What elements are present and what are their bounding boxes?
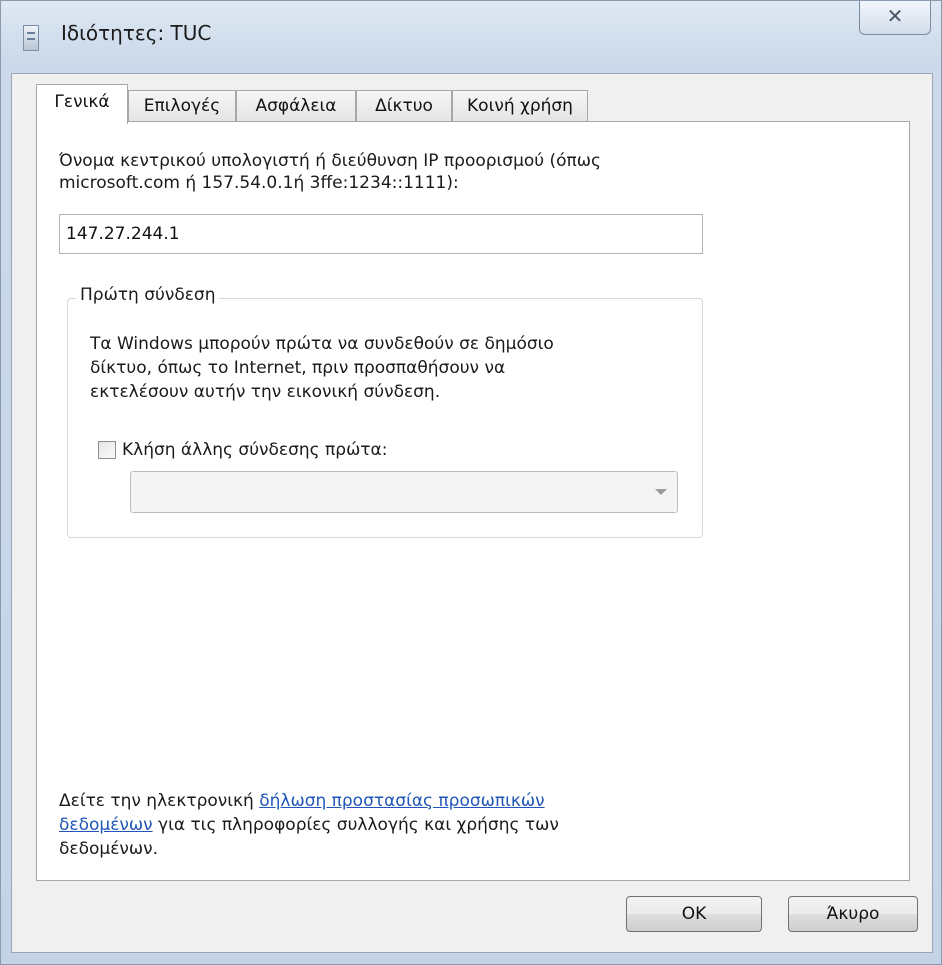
privacy-line3: δεδομένων. [59, 839, 159, 859]
host-address-input[interactable]: 147.27.244.1 [59, 214, 703, 254]
tab-options[interactable]: Επιλογές [128, 90, 236, 122]
first-connect-group: Πρώτη σύνδεση Τα Windows μπορούν πρώτα ν… [67, 285, 703, 538]
chevron-down-icon [655, 489, 667, 495]
privacy-statement-link-part1[interactable]: δήλωση προστασίας προσωπικών [259, 791, 544, 811]
ok-button[interactable]: OK [626, 896, 762, 932]
dialog-client-area: Γενικά Επιλογές Ασφάλεια Δίκτυο Κοινή χρ… [11, 73, 933, 953]
privacy-line2: δεδομένων για τις πληροφορίες συλλογής κ… [59, 814, 559, 836]
properties-dialog: Ιδιότητες: TUC ✕ Γενικά Επιλογές Ασφάλει… [0, 0, 942, 965]
privacy-prefix: Δείτε την ηλεκτρονική [59, 791, 260, 811]
cancel-button[interactable]: Άκυρο [788, 896, 918, 932]
host-label-line1: Όνομα κεντρικού υπολογιστή ή διεύθυνση I… [59, 151, 602, 171]
privacy-statement-link-part2[interactable]: δεδομένων [59, 815, 153, 835]
tab-sharing[interactable]: Κοινή χρήση [452, 90, 588, 122]
first-connect-legend: Πρώτη σύνδεση [76, 285, 220, 305]
first-connect-desc-line3: εκτελέσουν αυτήν την εικονική σύνδεση. [90, 382, 441, 402]
privacy-line1: Δείτε την ηλεκτρονική δήλωση προστασίας … [59, 790, 545, 812]
dial-first-checkbox[interactable] [98, 441, 116, 459]
dial-first-label[interactable]: Κλήση άλλης σύνδεσης πρώτα: [122, 439, 387, 461]
host-label-line2: microsoft.com ή 157.54.0.1ή 3ffe:1234::1… [59, 173, 459, 193]
dial-first-connection-dropdown[interactable] [130, 471, 678, 513]
close-button[interactable]: ✕ [859, 1, 931, 35]
first-connect-desc-line2: δίκτυο, όπως το Internet, πριν προσπαθήσ… [90, 358, 506, 378]
close-icon: ✕ [886, 4, 904, 28]
tab-networking[interactable]: Δίκτυο [356, 90, 452, 122]
connection-icon [23, 25, 39, 51]
tab-security[interactable]: Ασφάλεια [236, 90, 356, 122]
first-connect-desc-line1: Τα Windows μπορούν πρώτα να συνδεθούν σε… [90, 334, 554, 354]
tab-general[interactable]: Γενικά [36, 84, 128, 124]
window-title: Ιδιότητες: TUC [61, 21, 212, 45]
general-tab-panel: Όνομα κεντρικού υπολογιστή ή διεύθυνση I… [36, 121, 910, 881]
title-bar[interactable]: Ιδιότητες: TUC ✕ [1, 1, 941, 73]
privacy-suffix: για τις πληροφορίες συλλογής και χρήσης … [152, 815, 559, 835]
